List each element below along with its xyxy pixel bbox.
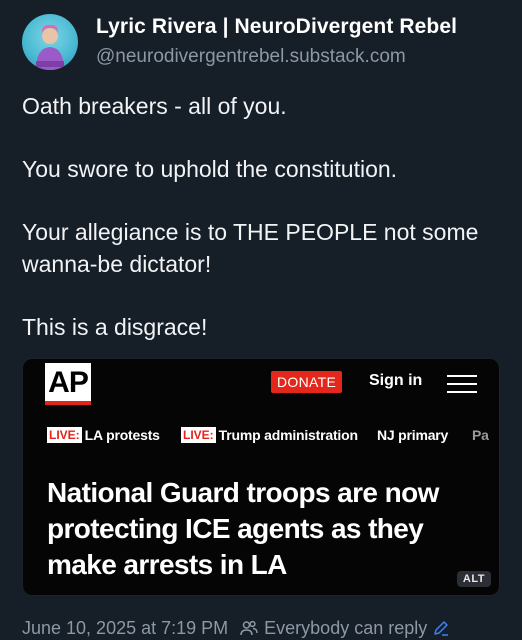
sign-in-link: Sign in	[369, 372, 423, 389]
people-icon	[240, 620, 258, 636]
nav-item-truncated: Pa	[472, 425, 489, 445]
embedded-image[interactable]: AP DONATE Sign in LIVE: LA protests LIVE…	[22, 358, 500, 596]
post-timestamp[interactable]: June 10, 2025 at 7:19 PM	[22, 618, 228, 639]
nav-item-nj-primary: NJ primary	[377, 425, 448, 445]
news-headline: National Guard troops are now protecting…	[47, 477, 439, 580]
nav-label: Pa	[472, 427, 489, 443]
post-paragraph: Your allegiance is to THE PEOPLE not som…	[22, 219, 479, 277]
author-name[interactable]: Lyric Rivera | NeuroDivergent Rebel	[96, 15, 457, 39]
live-badge: LIVE:	[47, 427, 82, 443]
nav-label: LA protests	[84, 427, 160, 443]
ap-logo: AP	[45, 363, 91, 405]
nav-label: NJ primary	[377, 427, 449, 443]
nav-item-la-protests: LIVE: LA protests	[47, 425, 160, 445]
nav-item-trump-administration: LIVE: Trump administration	[181, 425, 358, 445]
donate-button: DONATE	[271, 371, 343, 393]
author-handle[interactable]: @neurodivergentrebel.substack.com	[96, 46, 406, 68]
reply-setting[interactable]: Everybody can reply	[264, 618, 427, 639]
avatar-image	[36, 24, 64, 70]
post-paragraph: This is a disgrace!	[22, 314, 208, 340]
post-paragraph: Oath breakers - all of you.	[22, 93, 287, 119]
alt-text-badge[interactable]: ALT	[456, 571, 491, 587]
post-paragraph: You swore to uphold the constitution.	[22, 156, 398, 182]
post-text: Oath breakers - all of you. You swore to…	[22, 90, 502, 343]
post: Lyric Rivera | NeuroDivergent Rebel @neu…	[0, 0, 522, 640]
pencil-icon[interactable]	[433, 620, 449, 636]
news-nav: LIVE: LA protests LIVE: Trump administra…	[47, 425, 497, 445]
menu-icon	[447, 375, 477, 393]
nav-label: Trump administration	[218, 427, 358, 443]
live-badge: LIVE:	[181, 427, 216, 443]
post-footer: June 10, 2025 at 7:19 PM Everybody can r…	[22, 616, 449, 640]
avatar[interactable]	[22, 14, 78, 70]
